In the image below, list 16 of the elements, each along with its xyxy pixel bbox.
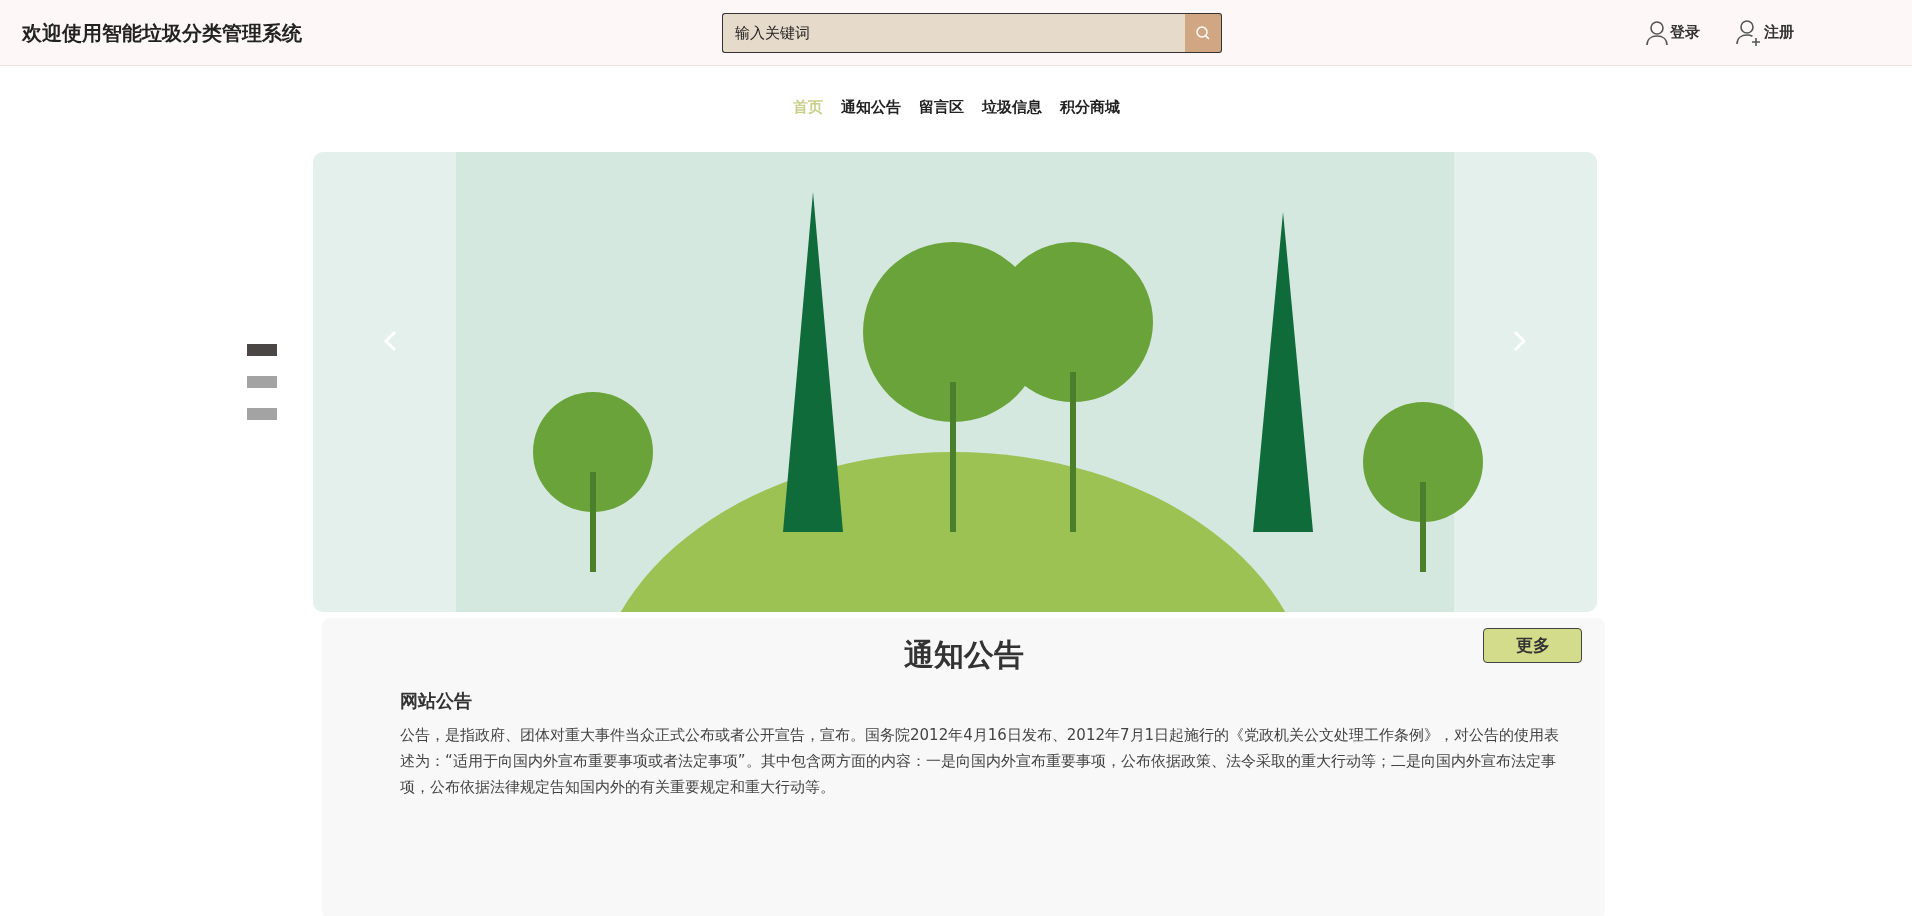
notice-heading: 网站公告: [400, 689, 473, 713]
nav-link[interactable]: 积分商城: [1059, 96, 1120, 120]
carousel-indicator[interactable]: [247, 408, 277, 420]
nav-link[interactable]: 留言区: [918, 96, 964, 120]
carousel-indicator[interactable]: [247, 376, 277, 388]
nav-link[interactable]: 通知公告: [840, 96, 901, 120]
section-title: 通知公告: [903, 636, 1024, 674]
user-icon: [1646, 19, 1668, 46]
carousel-indicator[interactable]: [247, 344, 277, 356]
nav-link[interactable]: 垃圾信息: [981, 96, 1042, 120]
login-link[interactable]: 登录: [1646, 19, 1700, 46]
add-user-icon: [1736, 18, 1762, 47]
site-title: 欢迎使用智能垃圾分类管理系统: [22, 19, 303, 47]
register-link[interactable]: 注册: [1736, 18, 1794, 47]
more-button[interactable]: 更多: [1483, 628, 1582, 663]
notice-paragraph: 公告，是指政府、团体对重大事件当众正式公布或者公开宣告，宣布。国务院2012年4月16日发布、2012年7月1日起施行的《党政机关公文处理工作条例》，对公告的使用表述为：“适用于向国内外宣布重要事项或者法定事项”。其中包含两方面的内容：一是向国内外宣布重要事项，公布依据政策、法令采取的重大行动等；二是向国内外宣布法定事项，公布依据法律规定告知国内外的有关重要规定和重大行动等。: [400, 725, 1560, 798]
